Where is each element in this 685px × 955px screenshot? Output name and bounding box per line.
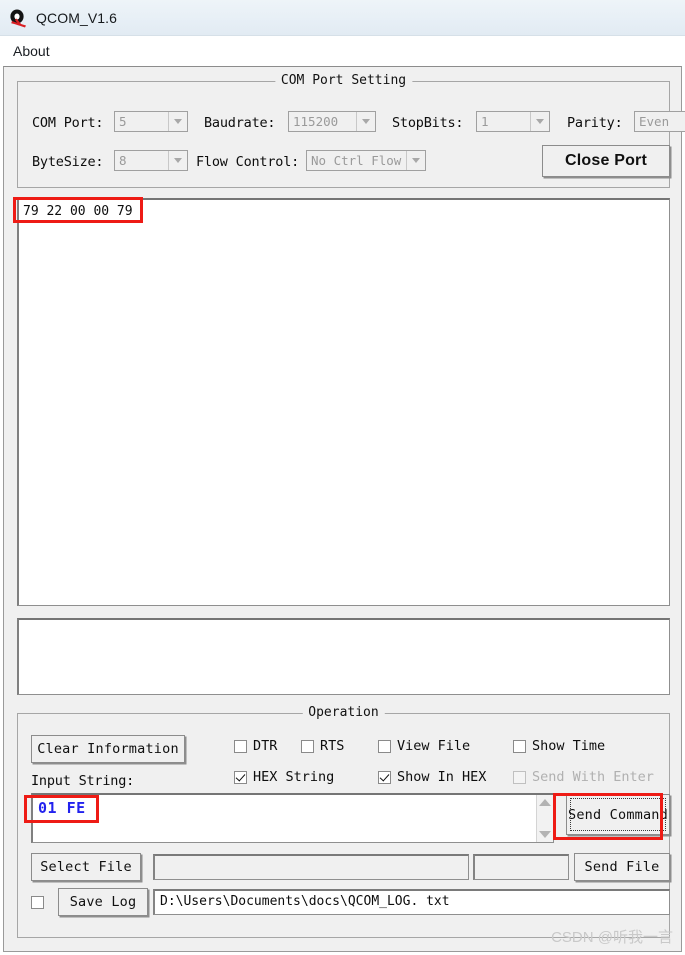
checkbox-box bbox=[513, 739, 526, 753]
checkbox-hex-string[interactable]: HEX String bbox=[234, 769, 334, 785]
window-title: QCOM_V1.6 bbox=[36, 9, 118, 26]
operation-group: Operation Clear Information Input String… bbox=[17, 705, 670, 938]
checkbox-box bbox=[378, 739, 391, 753]
checkbox-save-log[interactable] bbox=[31, 896, 50, 909]
watermark: CSDN @听我一言 bbox=[551, 929, 673, 946]
com-port-select[interactable]: 5 bbox=[114, 111, 188, 132]
save-log-button[interactable]: Save Log bbox=[58, 888, 148, 916]
menu-bar: About bbox=[0, 36, 685, 65]
checkbox-send-with-enter: Send With Enter bbox=[513, 769, 654, 785]
bytesize-label: ByteSize: bbox=[32, 154, 104, 170]
checkbox-box bbox=[234, 739, 247, 753]
file-progress-value bbox=[475, 856, 568, 862]
bytesize-value: 8 bbox=[119, 153, 127, 168]
q-logo-icon bbox=[8, 8, 28, 28]
com-port-value: 5 bbox=[119, 114, 127, 129]
chevron-down-icon[interactable] bbox=[530, 112, 548, 131]
close-port-button[interactable]: Close Port bbox=[542, 145, 670, 177]
secondary-data-text bbox=[19, 620, 669, 626]
client-area: COM Port Setting COM Port: 5 Baudrate: 1… bbox=[3, 66, 685, 952]
baudrate-value: 115200 bbox=[293, 114, 339, 129]
receive-data-panel[interactable]: 79 22 00 00 79 bbox=[17, 198, 670, 606]
send-file-button[interactable]: Send File bbox=[574, 853, 670, 881]
chevron-down-icon[interactable] bbox=[168, 112, 186, 131]
focus-ring bbox=[570, 798, 666, 831]
input-string-value: 01 FE bbox=[38, 799, 86, 817]
stopbits-select[interactable]: 1 bbox=[476, 111, 550, 132]
input-string-scrollbar[interactable] bbox=[536, 795, 553, 842]
checkbox-label: Show Time bbox=[532, 738, 606, 754]
operation-title: Operation bbox=[302, 705, 385, 720]
flow-control-select[interactable]: No Ctrl Flow bbox=[306, 150, 426, 171]
input-string-field[interactable]: 01 FE bbox=[31, 793, 554, 843]
checkbox-label: RTS bbox=[320, 738, 345, 754]
checkbox-label: View File bbox=[397, 738, 471, 754]
chevron-down-icon[interactable] bbox=[168, 151, 186, 170]
secondary-data-panel[interactable] bbox=[17, 618, 670, 695]
clear-information-button[interactable]: Clear Information bbox=[31, 735, 185, 763]
parity-label: Parity: bbox=[567, 115, 623, 131]
chevron-down-icon[interactable] bbox=[406, 151, 424, 170]
stopbits-label: StopBits: bbox=[392, 115, 464, 131]
file-path-field[interactable] bbox=[153, 854, 469, 880]
com-port-setting-group: COM Port Setting COM Port: 5 Baudrate: 1… bbox=[17, 73, 685, 188]
bytesize-select[interactable]: 8 bbox=[114, 150, 188, 171]
checkbox-box bbox=[378, 770, 391, 784]
checkbox-label: HEX String bbox=[253, 769, 335, 785]
checkbox-box bbox=[31, 896, 44, 909]
parity-select[interactable]: Even bbox=[634, 111, 685, 132]
com-port-label: COM Port: bbox=[32, 115, 104, 131]
send-command-button[interactable]: Send Command bbox=[566, 794, 670, 835]
checkbox-label: DTR bbox=[253, 738, 278, 754]
parity-value: Even bbox=[639, 114, 670, 129]
menu-item-about[interactable]: About bbox=[9, 41, 54, 61]
file-progress-field bbox=[473, 854, 569, 880]
checkbox-box bbox=[513, 770, 526, 784]
checkbox-view-file[interactable]: View File bbox=[378, 738, 470, 754]
checkbox-show-time[interactable]: Show Time bbox=[513, 738, 605, 754]
checkbox-label: Send With Enter bbox=[532, 769, 654, 785]
checkbox-box bbox=[301, 739, 314, 753]
title-bar: QCOM_V1.6 bbox=[0, 0, 685, 36]
flow-control-label: Flow Control: bbox=[196, 154, 300, 170]
checkbox-label: Show In HEX bbox=[397, 769, 487, 785]
com-port-setting-title: COM Port Setting bbox=[274, 73, 413, 88]
log-path-field[interactable]: D:\Users\Documents\docs\QCOM_LOG. txt bbox=[153, 889, 670, 915]
input-string-label: Input String: bbox=[31, 773, 135, 789]
checkbox-dtr[interactable]: DTR bbox=[234, 738, 277, 754]
receive-data-text: 79 22 00 00 79 bbox=[23, 204, 133, 219]
chevron-down-icon[interactable] bbox=[356, 112, 374, 131]
log-path-value: D:\Users\Documents\docs\QCOM_LOG. txt bbox=[160, 894, 450, 909]
checkbox-show-in-hex[interactable]: Show In HEX bbox=[378, 769, 486, 785]
baudrate-select[interactable]: 115200 bbox=[288, 111, 376, 132]
stopbits-value: 1 bbox=[481, 114, 489, 129]
select-file-button[interactable]: Select File bbox=[31, 853, 141, 881]
checkbox-box bbox=[234, 770, 247, 784]
checkbox-rts[interactable]: RTS bbox=[301, 738, 344, 754]
scroll-down-icon[interactable] bbox=[539, 831, 551, 838]
file-path-value bbox=[155, 856, 468, 862]
flow-control-value: No Ctrl Flow bbox=[311, 153, 402, 168]
baudrate-label: Baudrate: bbox=[204, 115, 276, 131]
scroll-up-icon[interactable] bbox=[539, 799, 551, 806]
